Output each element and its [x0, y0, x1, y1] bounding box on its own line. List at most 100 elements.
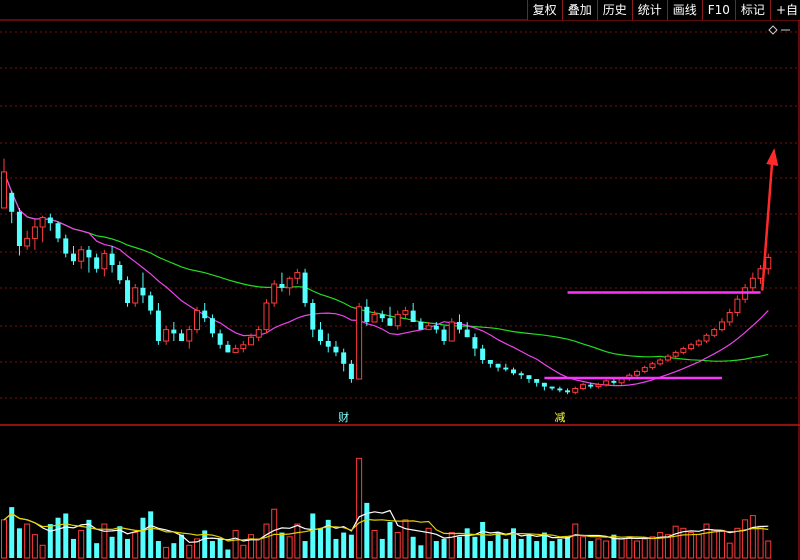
candle: [356, 303, 363, 380]
volume-bar: [572, 523, 579, 559]
candle: [348, 360, 354, 383]
volume-bar: [618, 538, 625, 559]
toolbar-button-4[interactable]: 画线: [666, 0, 702, 20]
candle-body: [603, 380, 610, 386]
candle-body: [572, 388, 579, 393]
candle-body: [194, 310, 200, 331]
candle-body: [394, 313, 401, 327]
candle-body: [726, 312, 733, 323]
candle: [634, 369, 641, 378]
candle: [271, 280, 278, 307]
candle: [518, 371, 524, 379]
candle-body: [155, 310, 161, 341]
candle: [225, 341, 231, 353]
volume-bar: [672, 525, 679, 559]
volume-bar: [518, 538, 524, 558]
candle: [534, 379, 540, 387]
volume-bar: [132, 532, 139, 559]
candle: [194, 306, 200, 334]
toolbar-button-5[interactable]: F10: [701, 0, 735, 20]
candle: [379, 310, 385, 322]
candle-body: [418, 322, 424, 330]
toolbar-button-6[interactable]: 标记: [734, 0, 770, 20]
candle-body: [1, 171, 7, 209]
candle: [101, 249, 108, 277]
candle-body: [634, 370, 641, 376]
toolbar-button-2[interactable]: 历史: [596, 0, 632, 20]
candle-body: [94, 257, 100, 269]
candle: [47, 213, 53, 231]
volume-bar: [526, 534, 532, 558]
candle: [557, 386, 563, 393]
candle-body: [503, 367, 509, 370]
candle-body: [302, 272, 308, 303]
candle: [480, 344, 486, 364]
volume-bar: [232, 529, 239, 559]
volume-bar: [410, 536, 416, 558]
volume-bar: [148, 511, 154, 558]
volume-bar: [418, 545, 424, 558]
candle: [672, 350, 679, 359]
candle: [680, 346, 687, 355]
candle-body: [441, 329, 447, 341]
volume-bar: [163, 546, 170, 559]
candle: [78, 246, 85, 269]
candle-body: [456, 322, 462, 330]
volume-bar: [78, 529, 85, 559]
candle: [24, 230, 31, 250]
candle-body: [641, 367, 648, 372]
volume-bar: [565, 536, 571, 558]
volume-bar: [379, 538, 385, 558]
candle-body: [286, 277, 293, 289]
volume-bar: [464, 528, 470, 558]
volume-bar: [1, 519, 7, 559]
candle: [294, 268, 301, 284]
candle-body: [526, 375, 532, 379]
candle: [541, 382, 547, 391]
candle-body: [425, 325, 432, 331]
candle-body: [518, 373, 524, 376]
candle-body: [125, 280, 131, 303]
volume-bar: [348, 534, 354, 558]
toolbar-button-7[interactable]: +自: [769, 0, 800, 20]
candle: [726, 308, 733, 326]
candle-body: [31, 226, 38, 239]
candle-body: [588, 384, 594, 387]
volume-bar: [318, 528, 324, 558]
candle: [511, 367, 517, 376]
candle-body: [495, 363, 501, 368]
volume-bar: [70, 538, 76, 558]
volume-bar: [541, 532, 547, 558]
volume-bar: [47, 524, 53, 558]
volume-bar: [179, 534, 185, 558]
volume-bar: [248, 534, 255, 559]
toolbar-button-0[interactable]: 复权: [526, 0, 562, 20]
toolbar-button-1[interactable]: 叠加: [561, 0, 597, 20]
volume-bar: [171, 543, 177, 558]
volume-bar: [765, 540, 772, 559]
candle: [448, 318, 455, 342]
candlesticks: [1, 158, 772, 395]
candle: [749, 272, 756, 294]
volume-bar: [726, 542, 733, 559]
candle-body: [379, 314, 385, 319]
candle: [140, 272, 146, 303]
toolbar-button-3[interactable]: 统计: [631, 0, 667, 20]
candle-body: [557, 388, 563, 391]
candle-body: [657, 359, 664, 365]
candle-body: [402, 310, 409, 315]
volume-bar: [125, 538, 131, 558]
candle-body: [186, 329, 193, 342]
candle-body: [734, 298, 741, 314]
volume-bar: [718, 529, 725, 559]
volume-bar: [503, 538, 509, 558]
volume-bar: [588, 541, 594, 558]
volume-bar: [387, 521, 393, 558]
candle-body: [611, 380, 617, 383]
candle-body: [101, 253, 108, 270]
volume-bar: [155, 541, 161, 558]
candle: [664, 354, 671, 362]
candle: [109, 246, 115, 273]
candle: [117, 261, 123, 284]
candle-body: [132, 287, 139, 304]
